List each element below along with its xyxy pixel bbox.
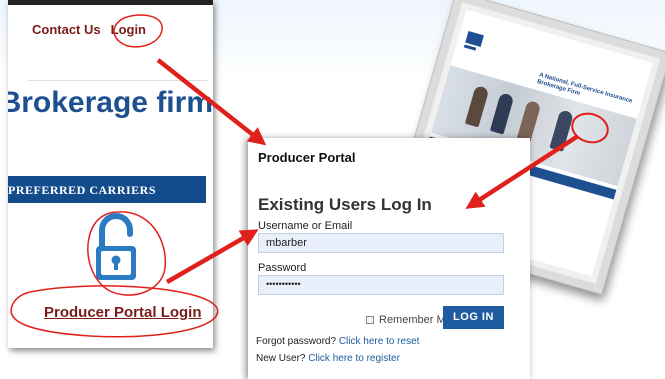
password-input[interactable]: ••••••••••• <box>258 275 504 295</box>
new-user-line: New User? Click here to register <box>256 353 400 364</box>
remember-label: Remember Me <box>379 314 452 326</box>
portal-title: Producer Portal <box>258 150 356 165</box>
nav-login[interactable]: Login <box>111 22 146 37</box>
username-input[interactable]: mbarber <box>258 233 504 253</box>
padlock-svg <box>96 213 136 280</box>
username-label: Username or Email <box>258 220 353 232</box>
nav-divider <box>28 80 208 81</box>
nav-contact-us[interactable]: Contact Us <box>32 22 101 37</box>
website-header-snippet: Contact Us Login Brokerage firm PREFERRED… <box>8 0 213 348</box>
firm-name-heading: Brokerage firm <box>8 86 213 119</box>
remember-checkbox[interactable] <box>366 316 374 325</box>
top-bar <box>8 0 213 5</box>
composite-screenshot: A National, Full-Service Insurance Broke… <box>0 0 665 379</box>
producer-portal-login-link[interactable]: Producer Portal Login <box>44 304 202 321</box>
forgot-password-line: Forgot password? Click here to reset <box>256 336 419 347</box>
forgot-prefix: Forgot password? <box>256 336 337 347</box>
top-nav: Contact Us Login <box>32 22 156 37</box>
unlocked-padlock-icon[interactable] <box>88 208 148 288</box>
login-heading: Existing Users Log In <box>258 195 432 214</box>
new-user-prefix: New User? <box>256 353 306 364</box>
login-button[interactable]: LOG IN <box>443 306 504 329</box>
register-link[interactable]: Click here to register <box>308 353 400 364</box>
carriers-bar: PREFERRED CARRIERS <box>8 176 206 203</box>
password-label: Password <box>258 262 307 274</box>
carriers-heading: PREFERRED CARRIERS <box>8 183 157 197</box>
login-panel: Producer Portal Existing Users Log In Us… <box>248 138 530 379</box>
remember-me[interactable]: Remember Me <box>366 314 452 326</box>
reset-password-link[interactable]: Click here to reset <box>339 336 420 347</box>
